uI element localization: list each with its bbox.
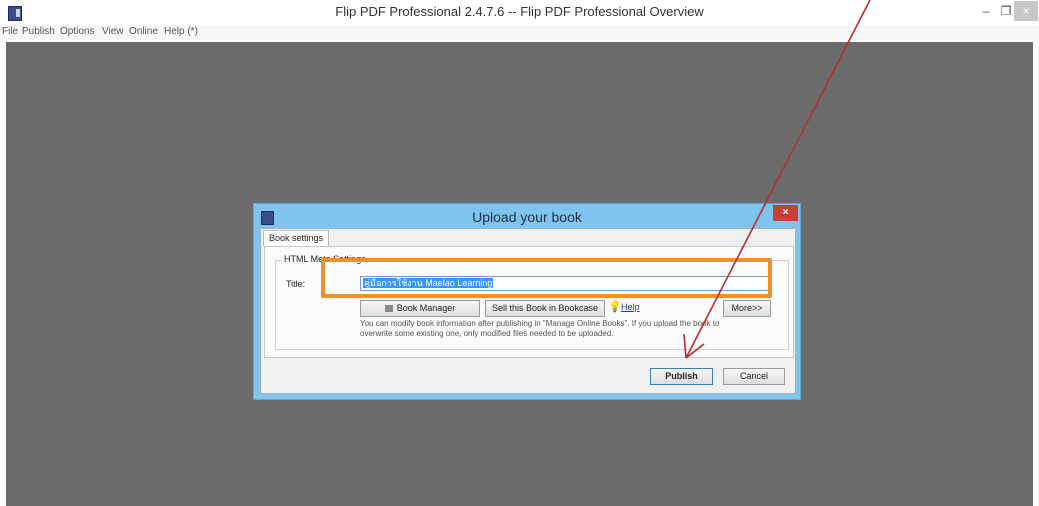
lightbulb-icon: 💡 [608,301,622,313]
book-manager-label: Book Manager [396,303,456,313]
publish-button[interactable]: Publish [650,368,713,385]
restore-button[interactable]: ❐ [996,1,1016,21]
menu-online[interactable]: Online [129,26,158,37]
menu-help[interactable]: Help (*) [164,26,198,37]
sell-in-bookcase-button[interactable]: Sell this Book in Bookcase [485,300,605,317]
dialog-close-button[interactable]: × [773,205,798,221]
title-highlight-box [321,258,772,298]
more-button[interactable]: More>> [723,300,771,317]
upload-dialog: Upload your book × Book settings HTML Me… [253,203,801,400]
menu-view[interactable]: View [102,26,124,37]
help-link[interactable]: Help [621,302,640,312]
window-title: Flip PDF Professional 2.4.7.6 -- Flip PD… [335,4,704,19]
menu-bar: File Publish Options View Online Help (*… [0,25,1039,40]
book-manager-icon [384,305,393,313]
dialog-body: Book settings HTML Meta Settings Title: … [260,228,796,394]
book-manager-button[interactable]: Book Manager [360,300,480,317]
menu-file[interactable]: File [2,26,18,37]
title-bar: Flip PDF Professional 2.4.7.6 -- Flip PD… [0,0,1039,25]
info-text: You can modify book information after pu… [360,319,770,339]
title-label: Title: [286,279,306,289]
menu-options[interactable]: Options [60,26,94,37]
tab-strip: Book settings [261,229,795,246]
cancel-button[interactable]: Cancel [723,368,785,385]
close-window-button[interactable]: × [1014,1,1038,21]
tab-book-settings[interactable]: Book settings [263,230,330,246]
minimize-button[interactable]: – [976,1,996,21]
dialog-title: Upload your book [472,209,582,225]
info-line-1: You can modify book information after pu… [360,319,720,328]
info-line-2: overwrite some existing one, only modifi… [360,329,614,338]
menu-publish[interactable]: Publish [22,26,55,37]
